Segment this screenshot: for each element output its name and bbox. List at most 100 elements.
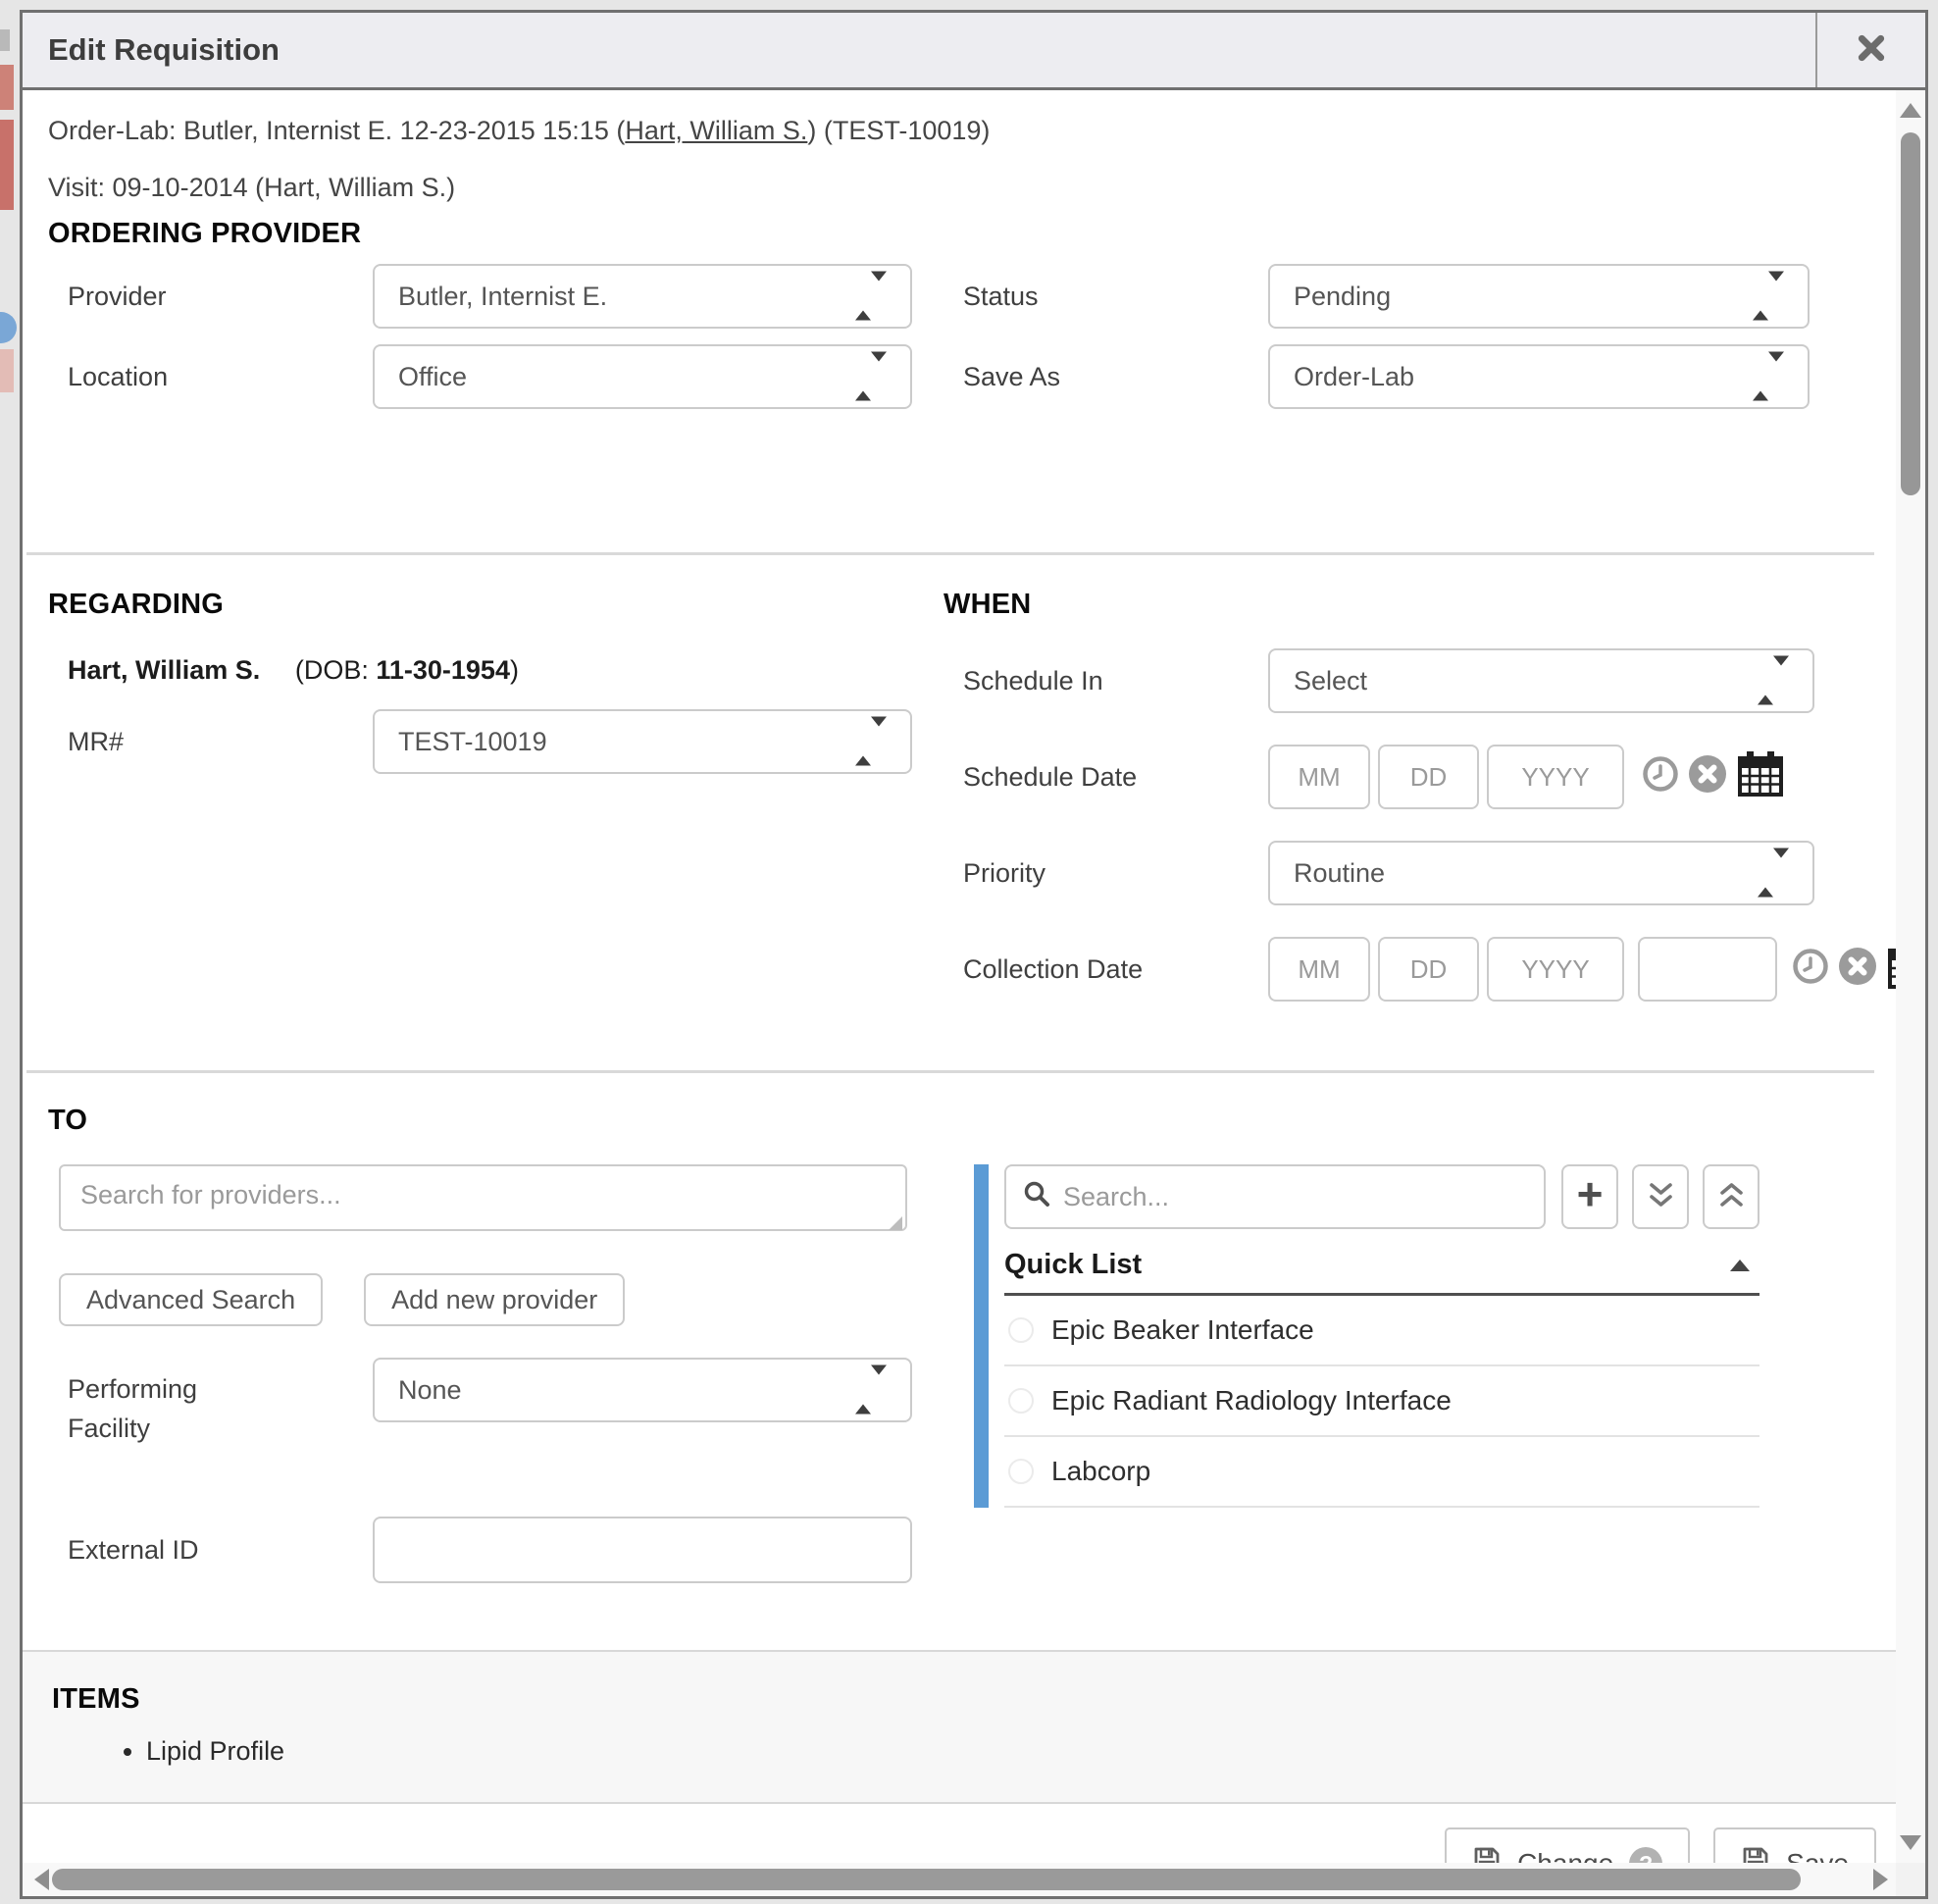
clock-icon (1641, 754, 1680, 800)
order-summary-line: Order-Lab: Butler, Internist E. 12-23-20… (48, 114, 1896, 147)
quick-list-header[interactable]: Quick List (1004, 1249, 1760, 1281)
collapse-all-button[interactable] (1703, 1164, 1760, 1229)
select-arrows-icon (1753, 282, 1784, 312)
regarding-heading: REGARDING (48, 589, 944, 621)
quick-list-item[interactable]: Labcorp (1004, 1437, 1760, 1508)
radio-icon[interactable] (1008, 1459, 1034, 1484)
select-arrows-icon (855, 727, 887, 757)
advanced-search-button[interactable]: Advanced Search (59, 1273, 323, 1326)
directory-accent-bar (974, 1164, 989, 1508)
when-section: WHEN Schedule In Select Schedule Date (944, 589, 1896, 1002)
ordering-provider-section: Provider Butler, Internist E. Location O… (48, 250, 1896, 409)
scroll-down-icon[interactable] (1900, 1835, 1921, 1850)
background-page-fragment (0, 120, 14, 210)
priority-select[interactable]: Routine (1268, 841, 1814, 905)
save-icon (1741, 1845, 1770, 1863)
section-divider (26, 1070, 1874, 1073)
resize-handle-icon[interactable] (889, 1216, 902, 1230)
add-new-provider-button[interactable]: Add new provider (364, 1273, 625, 1326)
vertical-scrollbar-thumb[interactable] (1901, 132, 1920, 495)
collapse-icon (1730, 1260, 1750, 1271)
edit-requisition-dialog: Edit Requisition Order-Lab: Butler, Inte… (20, 10, 1928, 1899)
chevron-double-down-icon (1648, 1180, 1674, 1213)
quick-list-item[interactable]: Epic Beaker Interface (1004, 1296, 1760, 1366)
select-arrows-icon (1753, 362, 1784, 392)
change-button[interactable]: Change ? (1445, 1827, 1690, 1863)
add-to-list-button[interactable]: + (1561, 1164, 1618, 1229)
schedule-date-calendar-button[interactable] (1735, 749, 1784, 805)
directory-search-box[interactable] (1004, 1164, 1546, 1229)
collection-date-day-input[interactable] (1378, 937, 1479, 1002)
external-id-input[interactable] (373, 1517, 912, 1583)
items-heading: ITEMS (52, 1683, 1896, 1716)
provider-select[interactable]: Butler, Internist E. (373, 264, 912, 329)
dialog-actions: Change ? Save (48, 1827, 1896, 1863)
expand-all-button[interactable] (1632, 1164, 1689, 1229)
collection-date-clear-button[interactable] (1838, 947, 1877, 993)
background-page-fragment (0, 65, 14, 110)
schedule-in-label: Schedule In (944, 661, 1268, 700)
background-page-fragment (0, 312, 17, 343)
clear-icon (1838, 947, 1877, 993)
collection-date-now-button[interactable] (1791, 947, 1830, 993)
status-select[interactable]: Pending (1268, 264, 1810, 329)
dob-suffix: ) (510, 655, 519, 685)
provider-search-input[interactable] (59, 1164, 907, 1231)
directory-search-input[interactable] (1063, 1182, 1530, 1212)
horizontal-scrollbar-thumb[interactable] (52, 1869, 1801, 1890)
scroll-up-icon[interactable] (1900, 103, 1921, 118)
plus-icon: + (1577, 1167, 1604, 1220)
radio-icon[interactable] (1008, 1317, 1034, 1343)
help-icon[interactable]: ? (1629, 1847, 1662, 1864)
page-background: Edit Requisition Order-Lab: Butler, Inte… (0, 0, 1938, 1904)
order-summary-suffix: ) (TEST-10019) (807, 116, 990, 145)
scroll-left-icon[interactable] (34, 1869, 49, 1890)
scroll-right-icon[interactable] (1873, 1869, 1888, 1890)
item-entry: Lipid Profile (146, 1733, 1896, 1769)
save-as-select[interactable]: Order-Lab (1268, 344, 1810, 409)
horizontal-scrollbar[interactable] (23, 1863, 1896, 1896)
dialog-scroll-area: Order-Lab: Butler, Internist E. 12-23-20… (23, 90, 1896, 1863)
dob-prefix: (DOB: (295, 655, 377, 685)
save-as-label: Save As (944, 357, 1268, 396)
schedule-date-now-button[interactable] (1641, 754, 1680, 800)
schedule-date-clear-button[interactable] (1688, 754, 1727, 800)
radio-icon[interactable] (1008, 1388, 1034, 1414)
search-icon (1022, 1179, 1051, 1215)
performing-facility-select[interactable]: None (373, 1358, 912, 1422)
close-button[interactable] (1815, 13, 1925, 87)
collection-date-year-input[interactable] (1487, 937, 1624, 1002)
collection-date-calendar-button[interactable] (1885, 942, 1896, 998)
clear-icon (1688, 754, 1727, 800)
clock-icon (1791, 947, 1830, 993)
collection-date-label: Collection Date (944, 950, 1268, 989)
ordering-provider-heading: ORDERING PROVIDER (48, 218, 1896, 250)
vertical-scrollbar[interactable] (1896, 90, 1925, 1863)
collection-date-month-input[interactable] (1268, 937, 1370, 1002)
order-summary-prefix: Order-Lab: Butler, Internist E. 12-23-20… (48, 116, 625, 145)
patient-link[interactable]: Hart, William S. (625, 116, 807, 145)
background-page-fragment (0, 29, 10, 51)
to-section: Advanced Search Add new provider Perform… (48, 1164, 1896, 1583)
save-icon (1472, 1845, 1502, 1863)
external-id-label: External ID (48, 1530, 373, 1570)
schedule-in-select[interactable]: Select (1268, 648, 1814, 713)
calendar-icon (1885, 942, 1896, 998)
mr-number-select[interactable]: TEST-10019 (373, 709, 912, 774)
schedule-date-year-input[interactable] (1487, 745, 1624, 809)
select-arrows-icon (1758, 858, 1789, 889)
save-button[interactable]: Save (1713, 1827, 1876, 1863)
status-label: Status (944, 277, 1268, 316)
scrollbar-corner (1896, 1863, 1925, 1896)
schedule-date-month-input[interactable] (1268, 745, 1370, 809)
collection-date-time-input[interactable] (1638, 937, 1777, 1002)
priority-label: Priority (944, 853, 1268, 893)
quick-list-item[interactable]: Epic Radiant Radiology Interface (1004, 1366, 1760, 1437)
location-select[interactable]: Office (373, 344, 912, 409)
directory-panel: + (974, 1164, 1760, 1508)
patient-dob: 11-30-1954 (376, 655, 510, 685)
schedule-date-day-input[interactable] (1378, 745, 1479, 809)
dialog-header: Edit Requisition (23, 13, 1925, 90)
performing-facility-label: Performing Facility (48, 1358, 373, 1448)
section-divider (26, 552, 1874, 555)
